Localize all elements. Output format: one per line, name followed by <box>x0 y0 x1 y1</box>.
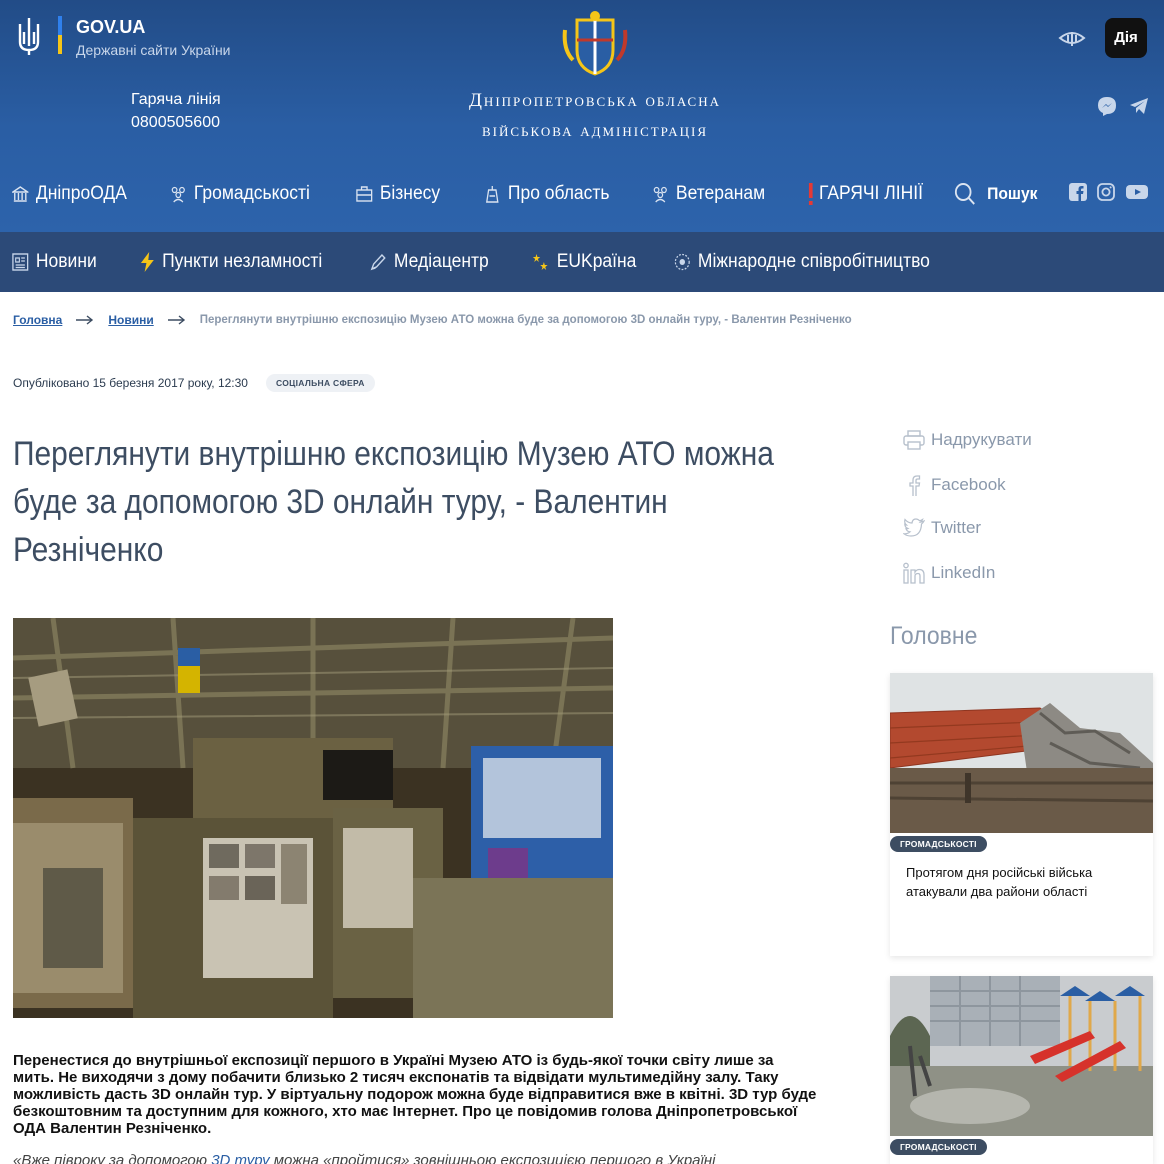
nav-business-label: Бізнесу <box>379 183 441 204</box>
instagram-icon[interactable] <box>1097 183 1115 201</box>
breadcrumb-news[interactable]: Новини <box>108 313 153 327</box>
linkedin-label: LinkedIn <box>931 563 996 582</box>
hotline[interactable]: Гаряча лінія 0800505600 <box>131 88 221 134</box>
breadcrumb-current: Переглянути внутрішню експозицію Музею А… <box>199 314 852 326</box>
linkedin-icon <box>903 562 925 584</box>
search-button[interactable]: Пошук <box>954 176 1037 212</box>
nav-community-label: Громадськості <box>193 183 310 204</box>
landmark-icon <box>485 186 499 203</box>
breadcrumb-home[interactable]: Головна <box>13 313 62 327</box>
subnav-news-label: Новини <box>35 251 97 272</box>
subnav-eukraine-label: EUKраїна <box>556 251 637 272</box>
facebook-icon[interactable] <box>1069 183 1087 201</box>
nav-about-region-label: Про область <box>507 183 610 204</box>
arrow-right-icon <box>76 315 94 325</box>
published-date: Опубліковано 15 березня 2017 року, 12:30 <box>13 376 248 390</box>
article-meta: Опубліковано 15 березня 2017 року, 12:30… <box>13 374 375 392</box>
people-icon <box>653 186 667 203</box>
lightning-icon <box>140 252 154 272</box>
category-tag[interactable]: СОЦІАЛЬНА СФЕРА <box>265 374 375 392</box>
breadcrumb: Головна Новини Переглянути внутрішню екс… <box>13 313 852 327</box>
exclamation-icon <box>808 183 813 205</box>
accessibility-icon[interactable] <box>1058 26 1086 50</box>
nav-business[interactable]: Бізнесу <box>356 176 440 212</box>
people-icon <box>171 186 185 203</box>
arrow-right-icon <box>167 315 185 325</box>
article-lead: Перенестися до внутрішньої експозиції пе… <box>13 1052 817 1137</box>
flag-bar <box>58 16 62 54</box>
nav-about-region[interactable]: Про область <box>484 176 610 212</box>
article-quote: «Вже півроку за допомогою 3D туру можна … <box>13 1152 818 1164</box>
subnav-invincibility-points[interactable]: Пункти незламності <box>140 232 322 292</box>
diia-button[interactable]: Дія <box>1105 18 1147 58</box>
subnav-international[interactable]: Міжнародне співробітництво <box>674 232 930 292</box>
damaged-playground-image <box>890 976 1153 1136</box>
article-title: Переглянути внутрішню експозицію Музею А… <box>13 435 774 569</box>
hotline-label: Гаряча лінія <box>131 91 221 108</box>
card-image <box>890 976 1153 1136</box>
museum-photo-image <box>13 618 613 1018</box>
subnav-international-label: Міжнародне співробітництво <box>697 251 930 272</box>
sidebar-card[interactable]: ГРОМАДСЬКОСТІ Протягом дня російські вій… <box>890 673 1153 956</box>
youtube-icon[interactable] <box>1126 183 1148 201</box>
gov-ua-link[interactable]: GOV.UA Державні сайти України <box>16 16 231 60</box>
nav-community[interactable]: Громадськості <box>170 176 310 212</box>
eu-stars-icon <box>532 254 548 270</box>
messenger-icon[interactable] <box>1097 96 1117 116</box>
3d-tour-link[interactable]: 3D туру <box>211 1152 269 1164</box>
search-icon <box>954 183 975 205</box>
article-photo <box>13 618 613 1018</box>
gov-title: GOV.UA <box>76 17 146 37</box>
pen-icon <box>370 253 386 271</box>
quote-end: можна «пройтися» зовнішньою експозицією … <box>269 1152 716 1164</box>
sidebar-card[interactable]: ГРОМАДСЬКОСТІ <box>890 976 1153 1164</box>
subnav-media-center[interactable]: Медіацентр <box>370 232 489 292</box>
damaged-roof-image <box>890 673 1153 833</box>
print-label: Надрукувати <box>931 430 1032 449</box>
hotline-number[interactable]: 0800505600 <box>131 111 221 134</box>
site-title-line2: військова адміністрація <box>481 120 709 141</box>
news-icon <box>12 253 29 271</box>
gov-subtitle: Державні сайти України <box>76 42 231 58</box>
share-linkedin-button[interactable]: LinkedIn <box>903 562 995 584</box>
subnav-media-label: Медіацентр <box>393 251 489 272</box>
nav-dniproda[interactable]: ДніпроОДА <box>12 176 127 212</box>
subnav-news[interactable]: Новини <box>12 232 97 292</box>
nav-hotlines-label: ГАРЯЧІ ЛІНІЇ <box>819 183 923 204</box>
site-title[interactable]: Дніпропетровська обласна військова адмін… <box>420 86 770 146</box>
subnav-invincibility-label: Пункти незламності <box>162 251 323 272</box>
share-twitter-button[interactable]: Twitter <box>903 518 981 538</box>
share-facebook-button[interactable]: Facebook <box>903 474 1006 496</box>
trident-icon <box>18 18 40 55</box>
building-icon <box>12 186 29 202</box>
main-nav: ДніпроОДА Громадськості Бізнесу Про обла… <box>12 176 1164 212</box>
twitter-label: Twitter <box>931 518 982 537</box>
briefcase-icon <box>356 186 373 202</box>
twitter-icon <box>903 518 925 537</box>
print-button[interactable]: Надрукувати <box>903 430 1032 450</box>
printer-icon <box>903 430 925 450</box>
card-tag[interactable]: ГРОМАДСЬКОСТІ <box>890 1139 987 1155</box>
globe-icon <box>674 253 690 271</box>
nav-dniproda-label: ДніпроОДА <box>35 183 127 204</box>
sidebar-title: Головне <box>890 622 978 650</box>
nav-veterans[interactable]: Ветеранам <box>652 176 765 212</box>
subnav-eukraine[interactable]: EUKраїна <box>531 232 636 292</box>
quote-start: «Вже півроку за допомогою <box>13 1152 212 1164</box>
site-title-line1: Дніпропетровська обласна <box>468 90 722 111</box>
site-header: GOV.UA Державні сайти України Гаряча лін… <box>0 0 1164 232</box>
facebook-label: Facebook <box>931 475 1006 494</box>
telegram-icon[interactable] <box>1129 96 1149 116</box>
search-label: Пошук <box>987 184 1038 203</box>
nav-veterans-label: Ветеранам <box>675 183 766 204</box>
nav-hotlines[interactable]: ГАРЯЧІ ЛІНІЇ <box>808 176 923 212</box>
card-tag[interactable]: ГРОМАДСЬКОСТІ <box>890 836 987 852</box>
facebook-icon <box>909 475 921 496</box>
secondary-nav: Новини Пункти незламності Медіацентр EUK… <box>0 232 1164 292</box>
coat-of-arms-icon[interactable] <box>561 10 629 76</box>
card-image <box>890 673 1153 833</box>
